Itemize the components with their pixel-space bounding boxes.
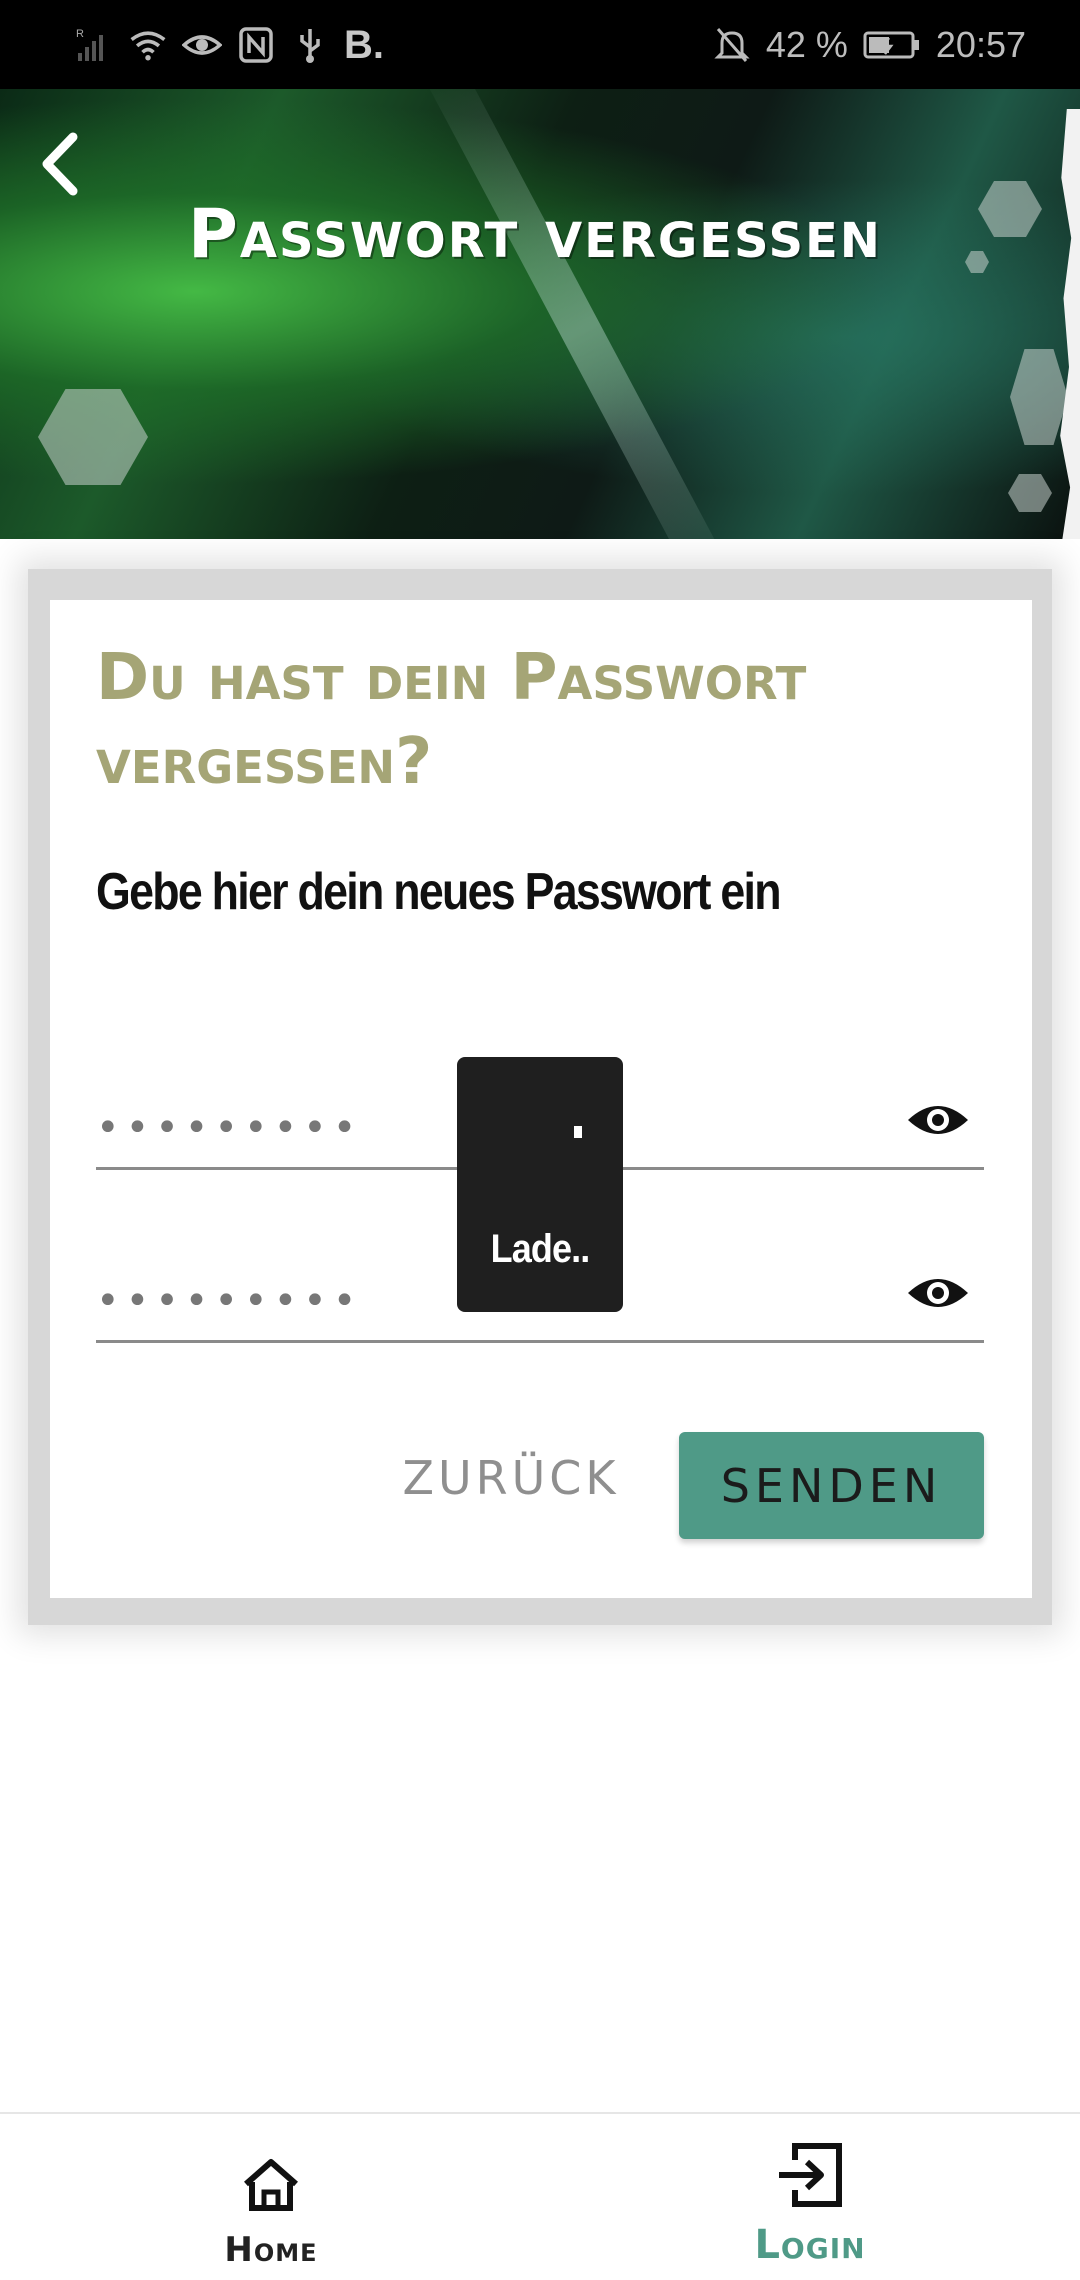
status-left-icons: R B. bbox=[74, 22, 384, 68]
loading-overlay: Lade.. bbox=[457, 1057, 623, 1312]
battery-icon bbox=[862, 25, 922, 65]
home-icon bbox=[240, 2150, 302, 2220]
status-right: 42 % 20:57 bbox=[712, 22, 1026, 68]
card-subtitle: Gebe hier dein neues Passwort ein bbox=[96, 863, 782, 921]
banner-hexagon bbox=[1008, 474, 1052, 512]
status-bar: R B. 42 % 20:57 bbox=[0, 0, 1080, 89]
login-icon bbox=[775, 2140, 845, 2210]
banner-torn-edge bbox=[1060, 109, 1080, 539]
bottom-navigation: Home Login bbox=[0, 2112, 1080, 2280]
b-icon: B. bbox=[344, 22, 384, 67]
banner-hexagon bbox=[965, 251, 989, 273]
nav-home-label: Home bbox=[224, 2230, 318, 2270]
usb-icon bbox=[290, 25, 330, 65]
clock: 20:57 bbox=[935, 24, 1026, 65]
banner-light-streak bbox=[421, 89, 739, 539]
card-title: Du hast dein Passwort vergessen? bbox=[96, 641, 807, 799]
back-button[interactable] bbox=[28, 119, 88, 209]
mute-bell-icon bbox=[712, 25, 752, 65]
eye-icon bbox=[182, 25, 222, 65]
back-text-button[interactable]: ZURÜCK bbox=[396, 1442, 626, 1514]
eye-icon[interactable] bbox=[906, 1261, 970, 1325]
battery-percent: 42 % bbox=[765, 24, 848, 65]
page-title: Passwort vergessen bbox=[188, 195, 882, 274]
nfc-icon bbox=[236, 25, 276, 65]
nav-login[interactable]: Login bbox=[660, 2114, 960, 2280]
svg-text:R: R bbox=[76, 28, 84, 40]
eye-icon[interactable] bbox=[906, 1088, 970, 1152]
wifi-icon bbox=[128, 25, 168, 65]
loading-spinner-dot bbox=[574, 1126, 582, 1138]
banner-hexagon bbox=[38, 389, 148, 485]
banner-hexagon bbox=[978, 181, 1042, 237]
loading-text: Lade.. bbox=[490, 1227, 591, 1271]
input-underline bbox=[96, 1340, 984, 1343]
nav-login-label: Login bbox=[754, 2222, 866, 2268]
banner-hexagon bbox=[1010, 349, 1068, 445]
signal-icon: R bbox=[74, 25, 114, 65]
send-button[interactable]: SENDEN bbox=[679, 1432, 984, 1539]
header-banner: Passwort vergessen bbox=[0, 89, 1080, 539]
nav-home[interactable]: Home bbox=[121, 2114, 421, 2280]
chevron-left-icon bbox=[42, 132, 78, 196]
